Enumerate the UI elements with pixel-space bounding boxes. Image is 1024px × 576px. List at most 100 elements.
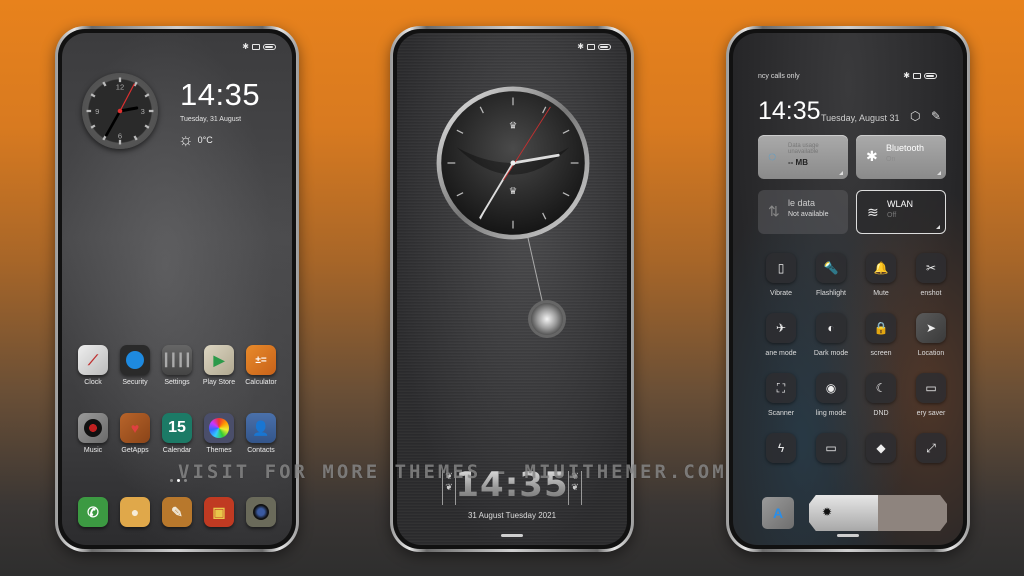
app-label: Calculator (245, 379, 277, 386)
toggle-moon[interactable]: ☾ DND (856, 373, 906, 419)
app-music[interactable]: Music (72, 413, 114, 454)
app-themes[interactable]: Themes (198, 413, 240, 454)
toggle-screenshot[interactable]: ✂ enshot (906, 253, 956, 299)
home-indicator[interactable] (837, 534, 859, 537)
airplane-icon: ✈ (766, 313, 796, 343)
toggle-location[interactable]: ➤ Location (906, 313, 956, 359)
toggle-cast[interactable]: ▭ (806, 433, 856, 479)
bluetooth-icon: ✱ (577, 42, 584, 51)
brightness-fill (809, 495, 878, 531)
pendulum-bob-rim (528, 300, 566, 338)
dock-notes[interactable]: ✎ (156, 497, 198, 527)
app-clock[interactable]: ⟋ Clock (72, 345, 114, 386)
toggle-bell[interactable]: 🔔 Mute (856, 253, 906, 299)
app-getapps[interactable]: ♥ GetApps (114, 413, 156, 454)
weather-widget[interactable]: ☼ 0°C (178, 131, 213, 148)
sim-icon (587, 44, 595, 50)
hour-hand (118, 106, 139, 113)
sim-icon (252, 44, 260, 50)
clock-face: 12 3 6 9 (86, 77, 154, 145)
tile-subtitle: On (886, 156, 896, 163)
messages-icon: ● (120, 497, 150, 527)
dock-gallery[interactable]: ▣ (198, 497, 240, 527)
quick-toggles: ▯ Vibrate 🔦 Flashlight 🔔 Mute ✂ enshot ✈ ane mode… (756, 253, 956, 479)
brightness-slider[interactable]: ✹ (809, 495, 947, 531)
status-bar: ✱ (242, 43, 276, 51)
bluetooth-icon: ✱ (866, 148, 878, 164)
toggle-vibrate[interactable]: ▯ Vibrate (756, 253, 806, 299)
app-settings[interactable]: ┃┃┃┃ Settings (156, 345, 198, 386)
dock-messages[interactable]: ● (114, 497, 156, 527)
gear-icon[interactable]: ⬡ (910, 110, 920, 122)
vibrate-icon: ▯ (766, 253, 796, 283)
control-center: ncy calls only ✱ 14:35 Tuesday, August 3… (733, 33, 963, 545)
app-calculator[interactable]: ±= Calculator (240, 345, 282, 386)
page-dot[interactable] (170, 479, 173, 482)
toggle-fullscreen[interactable]: ⤢ (906, 433, 956, 479)
toggle-label: ery saver (916, 410, 946, 417)
app-label: GetApps (121, 447, 149, 454)
app-label: Music (83, 447, 103, 454)
tile-title: WLAN (887, 199, 914, 209)
home-indicator[interactable] (501, 534, 523, 537)
location-icon: ➤ (916, 313, 946, 343)
moon-icon: ☾ (866, 373, 896, 403)
auto-brightness-button[interactable]: A (762, 497, 794, 529)
notes-icon: ✎ (162, 497, 192, 527)
toggle-label: ling mode (815, 410, 847, 417)
pendulum-bob (531, 303, 563, 335)
wifi-icon: ≋ (867, 204, 879, 220)
calendar-icon: 15 (162, 413, 192, 443)
temperature: 0°C (197, 134, 213, 145)
camera-icon (246, 497, 276, 527)
battery-icon (598, 44, 611, 50)
app-label: Clock (84, 379, 102, 386)
watermark: VISIT FOR MORE THEMES - MIUITHEMER.COM (178, 461, 727, 483)
crown-emblem-top: ♛ (509, 121, 517, 131)
app-grid-row-2: Music ♥ GetApps 15 Calendar Themes 👤 Con… (72, 413, 282, 454)
home-date: Tuesday, 31 August (180, 116, 242, 123)
fullscreen-icon: ⤢ (916, 433, 946, 463)
battery-saver-icon: ▭ (916, 373, 946, 403)
screenshot-icon: ✂ (916, 253, 946, 283)
tile-title: Bluetooth (886, 143, 925, 153)
clock-numeral-3: 3 (141, 107, 145, 116)
tile-mobile-data[interactable]: ⇅ le data Not available (758, 190, 848, 234)
toggle-label: Flashlight (816, 290, 846, 297)
edit-icon[interactable]: ✎ (931, 110, 941, 122)
home-time: 14:35 (180, 77, 261, 112)
toggle-battery-saver[interactable]: ▭ ery saver (906, 373, 956, 419)
tile-data-usage[interactable]: ◌ Data usage unavailable -- MB (758, 135, 848, 179)
toggle-lightning[interactable]: ϟ (756, 433, 806, 479)
app-contacts[interactable]: 👤 Contacts (240, 413, 282, 454)
bluetooth-icon: ✱ (242, 42, 249, 51)
expand-corner-icon (936, 225, 940, 229)
toggle-dark-mode[interactable]: ◐ Dark mode (806, 313, 856, 359)
app-security[interactable]: Security (114, 345, 156, 386)
toggle-flashlight[interactable]: 🔦 Flashlight (806, 253, 856, 299)
toggle-reading-mode[interactable]: ◉ ling mode (806, 373, 856, 419)
phone-icon: ✆ (78, 497, 108, 527)
lightning-icon: ϟ (766, 433, 796, 463)
reading-mode-icon: ◉ (816, 373, 846, 403)
tile-wlan[interactable]: ≋ WLAN Off (856, 190, 946, 234)
dock-phone[interactable]: ✆ (72, 497, 114, 527)
clock-icon: ⟋ (78, 345, 108, 375)
app-calendar[interactable]: 15 Calendar (156, 413, 198, 454)
clock-center (510, 160, 516, 166)
analog-clock-widget[interactable]: 12 3 6 9 (82, 73, 158, 149)
sun-icon: ☼ (178, 130, 194, 149)
tile-subtitle: -- MB (788, 158, 808, 167)
tile-title: Data usage unavailable (788, 143, 819, 155)
tile-bluetooth[interactable]: ✱ Bluetooth On (856, 135, 946, 179)
toggle-lock[interactable]: 🔒 screen (856, 313, 906, 359)
dock-camera[interactable] (240, 497, 282, 527)
toggle-label: enshot (920, 290, 942, 297)
toggle-scanner[interactable]: ⛶ Scanner (756, 373, 806, 419)
toggle-mi-share[interactable]: ◆ (856, 433, 906, 479)
app-play-store[interactable]: ▶ Play Store (198, 345, 240, 386)
getapps-icon: ♥ (120, 413, 150, 443)
toggle-label: ane mode (765, 350, 797, 357)
clock-numeral-6: 6 (118, 131, 122, 140)
toggle-airplane[interactable]: ✈ ane mode (756, 313, 806, 359)
